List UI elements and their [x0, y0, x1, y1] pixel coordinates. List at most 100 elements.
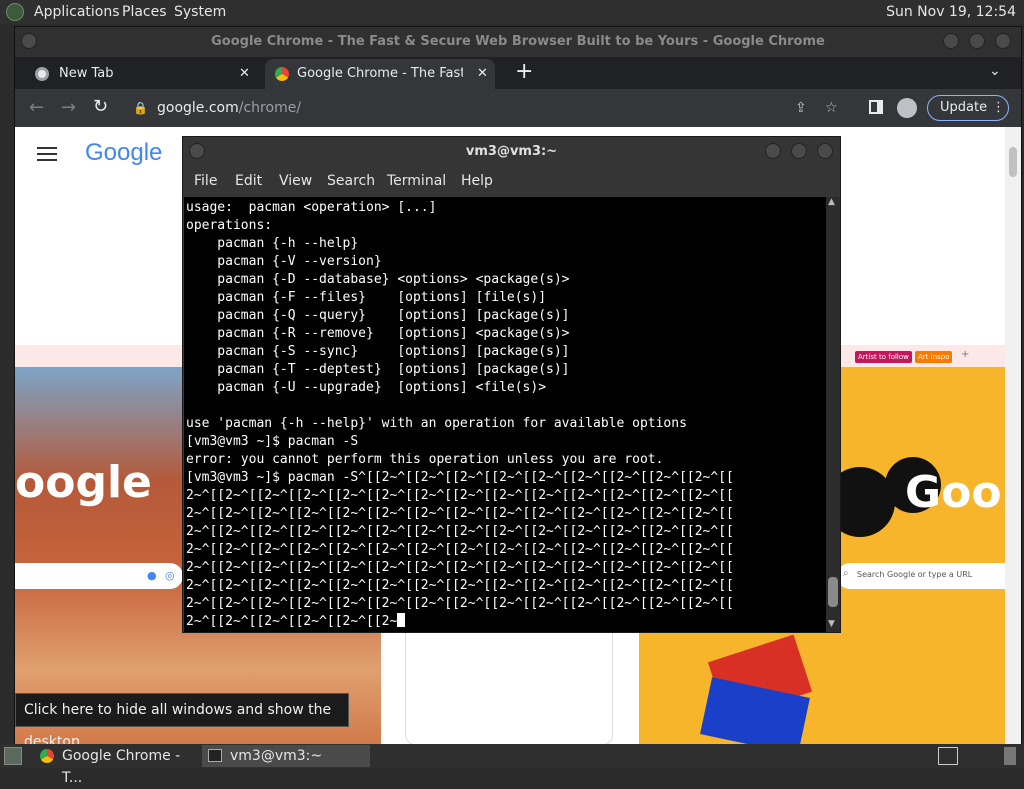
terminal-text: usage: pacman <operation> [...] operation… — [186, 199, 734, 631]
terminal-line: use 'pacman {-h --help}' with an operati… — [186, 416, 687, 431]
card-search-bar-right: ⌕ Search Google or type a URL — [837, 563, 1005, 589]
terminal-output[interactable]: usage: pacman <operation> [...] operation… — [184, 197, 826, 632]
tab-new-tab[interactable]: New Tab ✕ — [23, 59, 263, 89]
minimize-icon[interactable] — [943, 33, 959, 49]
scroll-up-icon[interactable]: ▲ — [828, 197, 835, 207]
google-logo[interactable]: Google — [85, 139, 162, 167]
terminal-line: pacman {-Q --query} [options] [package(s… — [186, 308, 570, 323]
tab-search-icon[interactable]: ⌄ — [989, 63, 1001, 79]
menu-system[interactable]: System — [174, 4, 226, 20]
menu-help[interactable]: Help — [461, 173, 493, 189]
scroll-down-icon[interactable]: ▼ — [828, 619, 835, 629]
tab-chrome[interactable]: Google Chrome - The Fast & S ✕ — [265, 59, 495, 89]
menu-search[interactable]: Search — [327, 173, 375, 189]
terminal-line: pacman {-S --sync} [options] [package(s)… — [186, 344, 570, 359]
hamburger-mid-bar — [37, 153, 57, 155]
terminal-line: pacman {-R --remove} [options] <package(… — [186, 326, 570, 341]
menu-edit[interactable]: Edit — [235, 173, 262, 189]
terminal-line: usage: pacman <operation> [...] — [186, 200, 437, 215]
terminal-line: pacman {-h --help} — [186, 236, 359, 251]
terminal-line: [vm3@vm3 ~]$ pacman -S — [186, 434, 359, 449]
terminal-line: 2~^[[2~^[[2~^[[2~^[[2~^[[2~^[[2~^[[2~^[[… — [186, 578, 734, 593]
terminal-icon — [208, 749, 222, 762]
menu-file[interactable]: File — [194, 173, 217, 189]
gnome-foot-icon[interactable] — [6, 3, 24, 21]
terminal-scroll-thumb[interactable] — [828, 577, 838, 607]
window-menu-icon[interactable] — [21, 33, 37, 49]
side-panel-icon[interactable] — [869, 100, 883, 114]
card-middle — [405, 627, 613, 745]
page-scrollbar[interactable] — [1005, 127, 1021, 745]
card-logo-left: oogle — [15, 457, 152, 508]
url-host: google.com — [157, 100, 239, 116]
new-tab-icon[interactable]: + — [515, 59, 533, 84]
maximize-icon[interactable] — [969, 33, 985, 49]
terminal-line: [vm3@vm3 ~]$ pacman -S^[[2~^[[2~^[[2~^[[… — [186, 470, 734, 485]
update-label: Update — [940, 100, 988, 115]
task-label: Google Chrome - T... — [62, 748, 181, 786]
terminal-line: 2~^[[2~^[[2~^[[2~^[[2~^[[2~^[[2~^[[2~^[[… — [186, 506, 734, 521]
terminal-line: 2~^[[2~^[[2~^[[2~^[[2~^[[2~^[[2~^[[2~^[[… — [186, 524, 734, 539]
menu-view[interactable]: View — [279, 173, 312, 189]
lock-icon[interactable]: 🔒 — [133, 94, 148, 122]
close-icon[interactable] — [995, 33, 1011, 49]
chip-art-inspo[interactable]: Art inspo — [915, 351, 953, 363]
search-placeholder: Search Google or type a URL — [857, 570, 973, 579]
minimize-icon[interactable] — [765, 143, 781, 159]
search-icon: ⌕ — [843, 568, 849, 579]
menu-applications[interactable]: Applications — [34, 4, 120, 20]
terminal-line: pacman {-V --version} — [186, 254, 382, 269]
page-scroll-thumb[interactable] — [1009, 147, 1017, 177]
forward-icon[interactable]: → — [61, 97, 76, 118]
add-chip-icon[interactable]: + — [961, 349, 969, 360]
tab-close-icon[interactable]: ✕ — [477, 59, 488, 89]
trash-icon[interactable] — [1004, 747, 1016, 765]
bottom-taskbar: Google Chrome - T... vm3@vm3:~ — [0, 744, 1024, 786]
terminal-line: operations: — [186, 218, 273, 233]
workspace-switcher-icon[interactable] — [938, 747, 958, 765]
menu-places[interactable]: Places — [122, 4, 167, 20]
card-search-bar-left — [15, 563, 183, 589]
url-path: /chrome/ — [238, 100, 302, 116]
terminal-titlebar[interactable]: vm3@vm3:~ — [183, 137, 840, 167]
reload-icon[interactable]: ↻ — [93, 96, 108, 117]
terminal-line: 2~^[[2~^[[2~^[[2~^[[2~^[[2~^[[2~^[[2~^[[… — [186, 560, 734, 575]
task-chrome[interactable]: Google Chrome - T... — [34, 745, 198, 786]
menu-terminal[interactable]: Terminal — [387, 173, 446, 189]
profile-avatar-icon[interactable] — [897, 98, 917, 118]
address-bar[interactable]: 🔒 google.com/chrome/ ⇪ ☆ — [123, 94, 843, 122]
terminal-line: 2~^[[2~^[[2~^[[2~^[[2~^[[2~^[[2~^[[2~^[[… — [186, 488, 734, 503]
chip-artist-to-follow[interactable]: Artist to follow — [855, 351, 912, 363]
chrome-titlebar[interactable]: Google Chrome - The Fast & Secure Web Br… — [15, 27, 1021, 57]
terminal-line: pacman {-D --database} <options> <packag… — [186, 272, 570, 287]
back-icon[interactable]: ← — [29, 97, 44, 118]
show-desktop-icon[interactable] — [4, 747, 22, 765]
chrome-window-title: Google Chrome - The Fast & Secure Web Br… — [211, 34, 825, 49]
chrome-icon — [275, 67, 289, 81]
top-panel: Applications Places System Sun Nov 19, 1… — [0, 0, 1024, 24]
task-terminal[interactable]: vm3@vm3:~ — [202, 745, 370, 767]
update-button[interactable]: Update ⋮ — [927, 95, 1009, 121]
terminal-line: 2~^[[2~^[[2~^[[2~^[[2~^[[2~ — [186, 613, 734, 631]
tab-label: New Tab — [59, 66, 114, 81]
terminal-title: vm3@vm3:~ — [465, 144, 558, 159]
cursor — [397, 613, 406, 627]
terminal-window: vm3@vm3:~ File Edit View Search Terminal… — [182, 136, 841, 633]
window-menu-icon[interactable] — [189, 143, 205, 159]
tab-close-icon[interactable]: ✕ — [239, 59, 250, 89]
close-icon[interactable] — [817, 143, 833, 159]
tab-strip: New Tab ✕ Google Chrome - The Fast & S ✕… — [15, 57, 1021, 89]
maximize-icon[interactable] — [791, 143, 807, 159]
card-logo-right: Goo — [905, 467, 1002, 518]
terminal-line: 2~^[[2~^[[2~^[[2~^[[2~^[[2~^[[2~^[[2~^[[… — [186, 542, 734, 557]
more-menu-icon[interactable]: ⋮ — [992, 96, 1005, 120]
terminal-scrollbar[interactable]: ▲ ▼ — [826, 197, 840, 632]
show-desktop-tooltip: Click here to hide all windows and show … — [15, 693, 349, 750]
terminal-menubar: File Edit View Search Terminal Help — [183, 167, 840, 197]
lens-icon: ◎ — [165, 569, 175, 582]
mic-icon: ● — [147, 569, 157, 582]
task-label: vm3@vm3:~ — [230, 748, 323, 764]
bookmark-star-icon[interactable]: ☆ — [825, 94, 838, 122]
share-icon[interactable]: ⇪ — [795, 94, 807, 122]
clock[interactable]: Sun Nov 19, 12:54 — [886, 4, 1016, 20]
